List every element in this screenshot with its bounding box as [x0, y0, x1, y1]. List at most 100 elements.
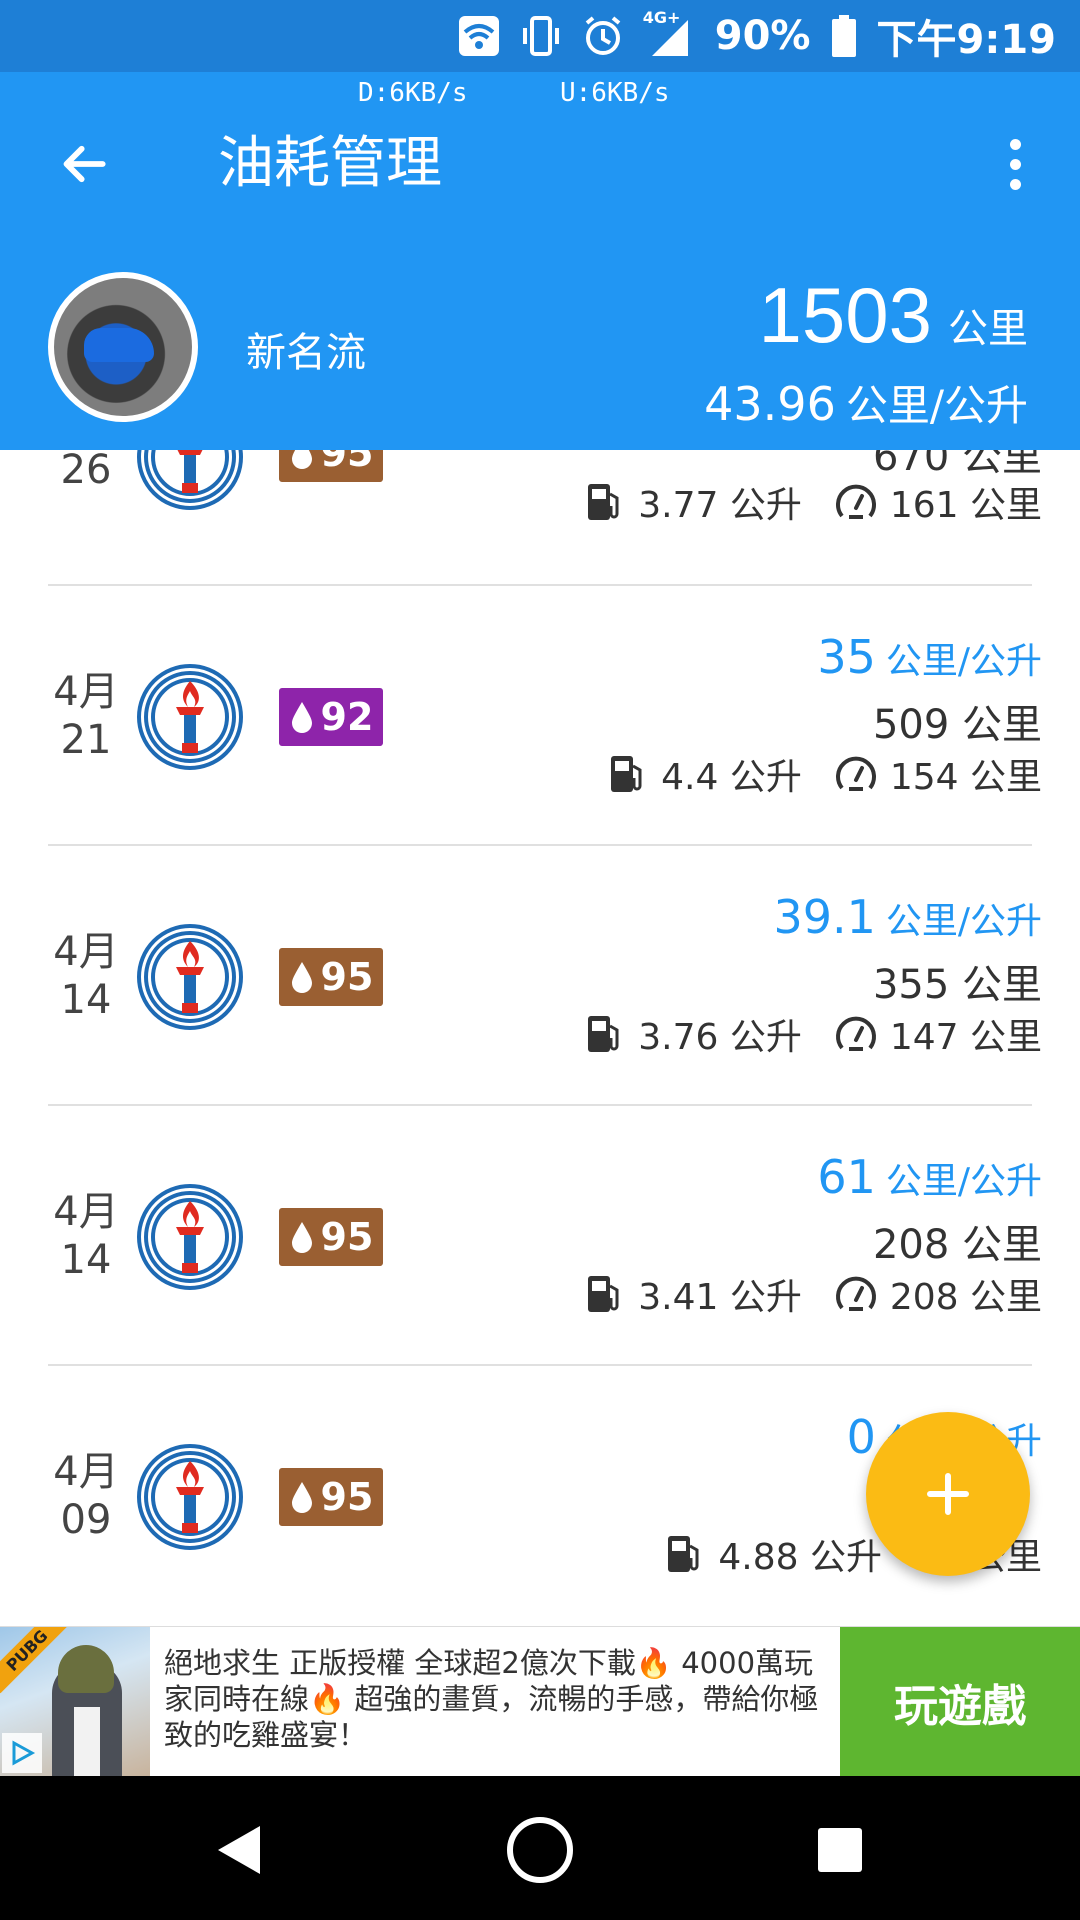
average-efficiency-unit: 公里/公升	[845, 381, 1028, 430]
efficiency-unit: 公里/公升	[885, 901, 1042, 942]
speedometer-icon	[835, 484, 876, 519]
odometer-reading: 208 公里	[872, 1222, 1042, 1268]
record-date: 4月 14	[36, 1188, 136, 1284]
fuel-amount: 3.41 公升	[638, 1277, 802, 1318]
battery-icon	[829, 14, 859, 58]
total-distance-unit: 公里	[948, 306, 1028, 352]
speedometer-icon	[835, 756, 876, 791]
speedometer-icon	[835, 1016, 876, 1051]
back-button[interactable]	[44, 124, 124, 204]
status-icons: 4G+ 90% 下午9:19	[457, 8, 1056, 63]
more-options-button[interactable]	[990, 124, 1040, 204]
battery-percent: 90%	[714, 13, 811, 59]
vehicle-avatar[interactable]	[48, 272, 198, 422]
nav-back-button[interactable]	[200, 1810, 280, 1890]
efficiency-value: 61	[817, 1150, 876, 1204]
fuel-type-label: 95	[320, 1215, 374, 1259]
list-item[interactable]: 4月 14 95 61 公里/公升 208 公里 3.41 公升 208 公里	[0, 1106, 1080, 1366]
drop-icon	[291, 702, 312, 733]
record-date-month: 4月	[53, 929, 119, 975]
ad-choices-icon[interactable]	[2, 1733, 42, 1773]
fuel-amount: 3.76 公升	[638, 1017, 802, 1058]
clock: 下午9:19	[876, 17, 1057, 63]
record-date: 4月 14	[36, 928, 136, 1024]
fuel-type-label: 95	[320, 450, 374, 475]
fuel-efficiency: 39.1 公里/公升	[773, 890, 1042, 944]
fuel-amount: 4.4 公升	[661, 757, 802, 798]
ad-banner[interactable]: PUBG 絕地求生 正版授權 全球超2億次下載🔥 4000萬玩家同時在線🔥 超強…	[0, 1626, 1080, 1777]
odometer-reading: 355 公里	[872, 962, 1042, 1008]
fuel-efficiency: 61 公里/公升	[817, 1150, 1042, 1204]
vibrate-icon	[519, 14, 563, 58]
nav-recents-button[interactable]	[800, 1810, 880, 1890]
total-distance-value: 1503	[758, 271, 932, 359]
add-record-button[interactable]	[866, 1412, 1030, 1576]
trip-distance: 147 公里	[889, 1017, 1042, 1058]
gas-station-logo-icon	[137, 1444, 243, 1550]
average-efficiency-value: 43.96	[704, 377, 836, 431]
navigation-bar	[0, 1776, 1080, 1920]
page-title: 油耗管理	[218, 131, 442, 196]
fuel-pump-icon	[588, 1016, 619, 1052]
total-distance: 1503 公里	[758, 270, 1028, 361]
nav-home-button[interactable]	[500, 1810, 580, 1890]
arrow-left-icon	[63, 145, 106, 183]
fuel-type-label: 95	[320, 1475, 374, 1519]
efficiency-value: 0	[846, 1410, 876, 1464]
fuel-type-badge: 95	[279, 1208, 383, 1266]
record-details: 3.76 公升 147 公里	[582, 1008, 1042, 1060]
efficiency-unit: 公里/公升	[885, 641, 1042, 682]
status-bar: 4G+ 90% 下午9:19	[0, 0, 1080, 72]
list-item[interactable]: 4月 21 92 35 公里/公升 509 公里 4.4 公升 154 公里	[0, 586, 1080, 846]
ad-text[interactable]: 絕地求生 正版授權 全球超2億次下載🔥 4000萬玩家同時在線🔥 超強的畫質，流…	[164, 1645, 830, 1753]
average-efficiency: 43.96 公里/公升	[704, 372, 1028, 433]
gas-station-logo-icon	[137, 450, 243, 510]
fuel-pump-icon	[611, 756, 642, 792]
signal-icon: 4G+	[643, 8, 697, 58]
trip-distance: 154 公里	[889, 757, 1042, 798]
list-item[interactable]: 4月 14 95 39.1 公里/公升 355 公里 3.76 公升 147 公…	[0, 846, 1080, 1106]
ad-play-button[interactable]: 玩遊戲	[840, 1627, 1080, 1777]
vehicle-name: 新名流	[246, 330, 366, 376]
drop-icon	[291, 1222, 312, 1253]
fuel-pump-icon	[588, 484, 619, 520]
record-date: 4月 21	[36, 668, 136, 764]
recents-square-icon	[818, 1828, 862, 1872]
app-bar: 油耗管理 新名流 1503 公里 43.96 公里/公升	[0, 72, 1080, 450]
drop-icon	[291, 450, 312, 469]
speedometer-icon	[835, 1276, 876, 1311]
drop-icon	[291, 1482, 312, 1513]
more-vert-icon	[1009, 138, 1021, 150]
fuel-amount: 3.77 公升	[638, 485, 802, 526]
alarm-icon	[581, 14, 625, 58]
fuel-type-badge: 95	[279, 450, 383, 482]
trip-distance: 208 公里	[889, 1277, 1042, 1318]
record-details: 3.77 公升 161 公里	[582, 476, 1042, 528]
record-date-day: 14	[60, 977, 112, 1023]
record-date: 26	[36, 450, 136, 494]
record-date-day: 21	[60, 717, 112, 763]
efficiency-unit: 公里/公升	[885, 1161, 1042, 1202]
record-date-month: 4月	[53, 1449, 119, 1495]
list-item[interactable]: 26 95 670 公里 3.77 公升 161 公里	[0, 450, 1080, 586]
wifi-icon	[457, 14, 501, 58]
fuel-type-label: 95	[320, 955, 374, 999]
gas-station-logo-icon	[137, 664, 243, 770]
network-type-label: 4G+	[642, 8, 681, 27]
download-speed: D:6KB/s	[358, 78, 468, 108]
drop-icon	[291, 962, 312, 993]
gas-station-logo-icon	[137, 924, 243, 1030]
record-date-day: 09	[60, 1497, 112, 1543]
fuel-type-badge: 95	[279, 1468, 383, 1526]
record-date-day: 26	[60, 450, 112, 493]
record-date-day: 14	[60, 1237, 112, 1283]
fuel-amount: 4.88 公升	[718, 1537, 882, 1578]
efficiency-value: 35	[817, 630, 876, 684]
trip-distance: 161 公里	[889, 485, 1042, 526]
ad-image[interactable]: PUBG	[0, 1627, 150, 1777]
gas-station-logo-icon	[137, 1184, 243, 1290]
record-details: 3.41 公升 208 公里	[582, 1268, 1042, 1320]
record-date-month: 4月	[53, 669, 119, 715]
fuel-pump-icon	[668, 1536, 699, 1572]
record-date-month: 4月	[53, 1189, 119, 1235]
